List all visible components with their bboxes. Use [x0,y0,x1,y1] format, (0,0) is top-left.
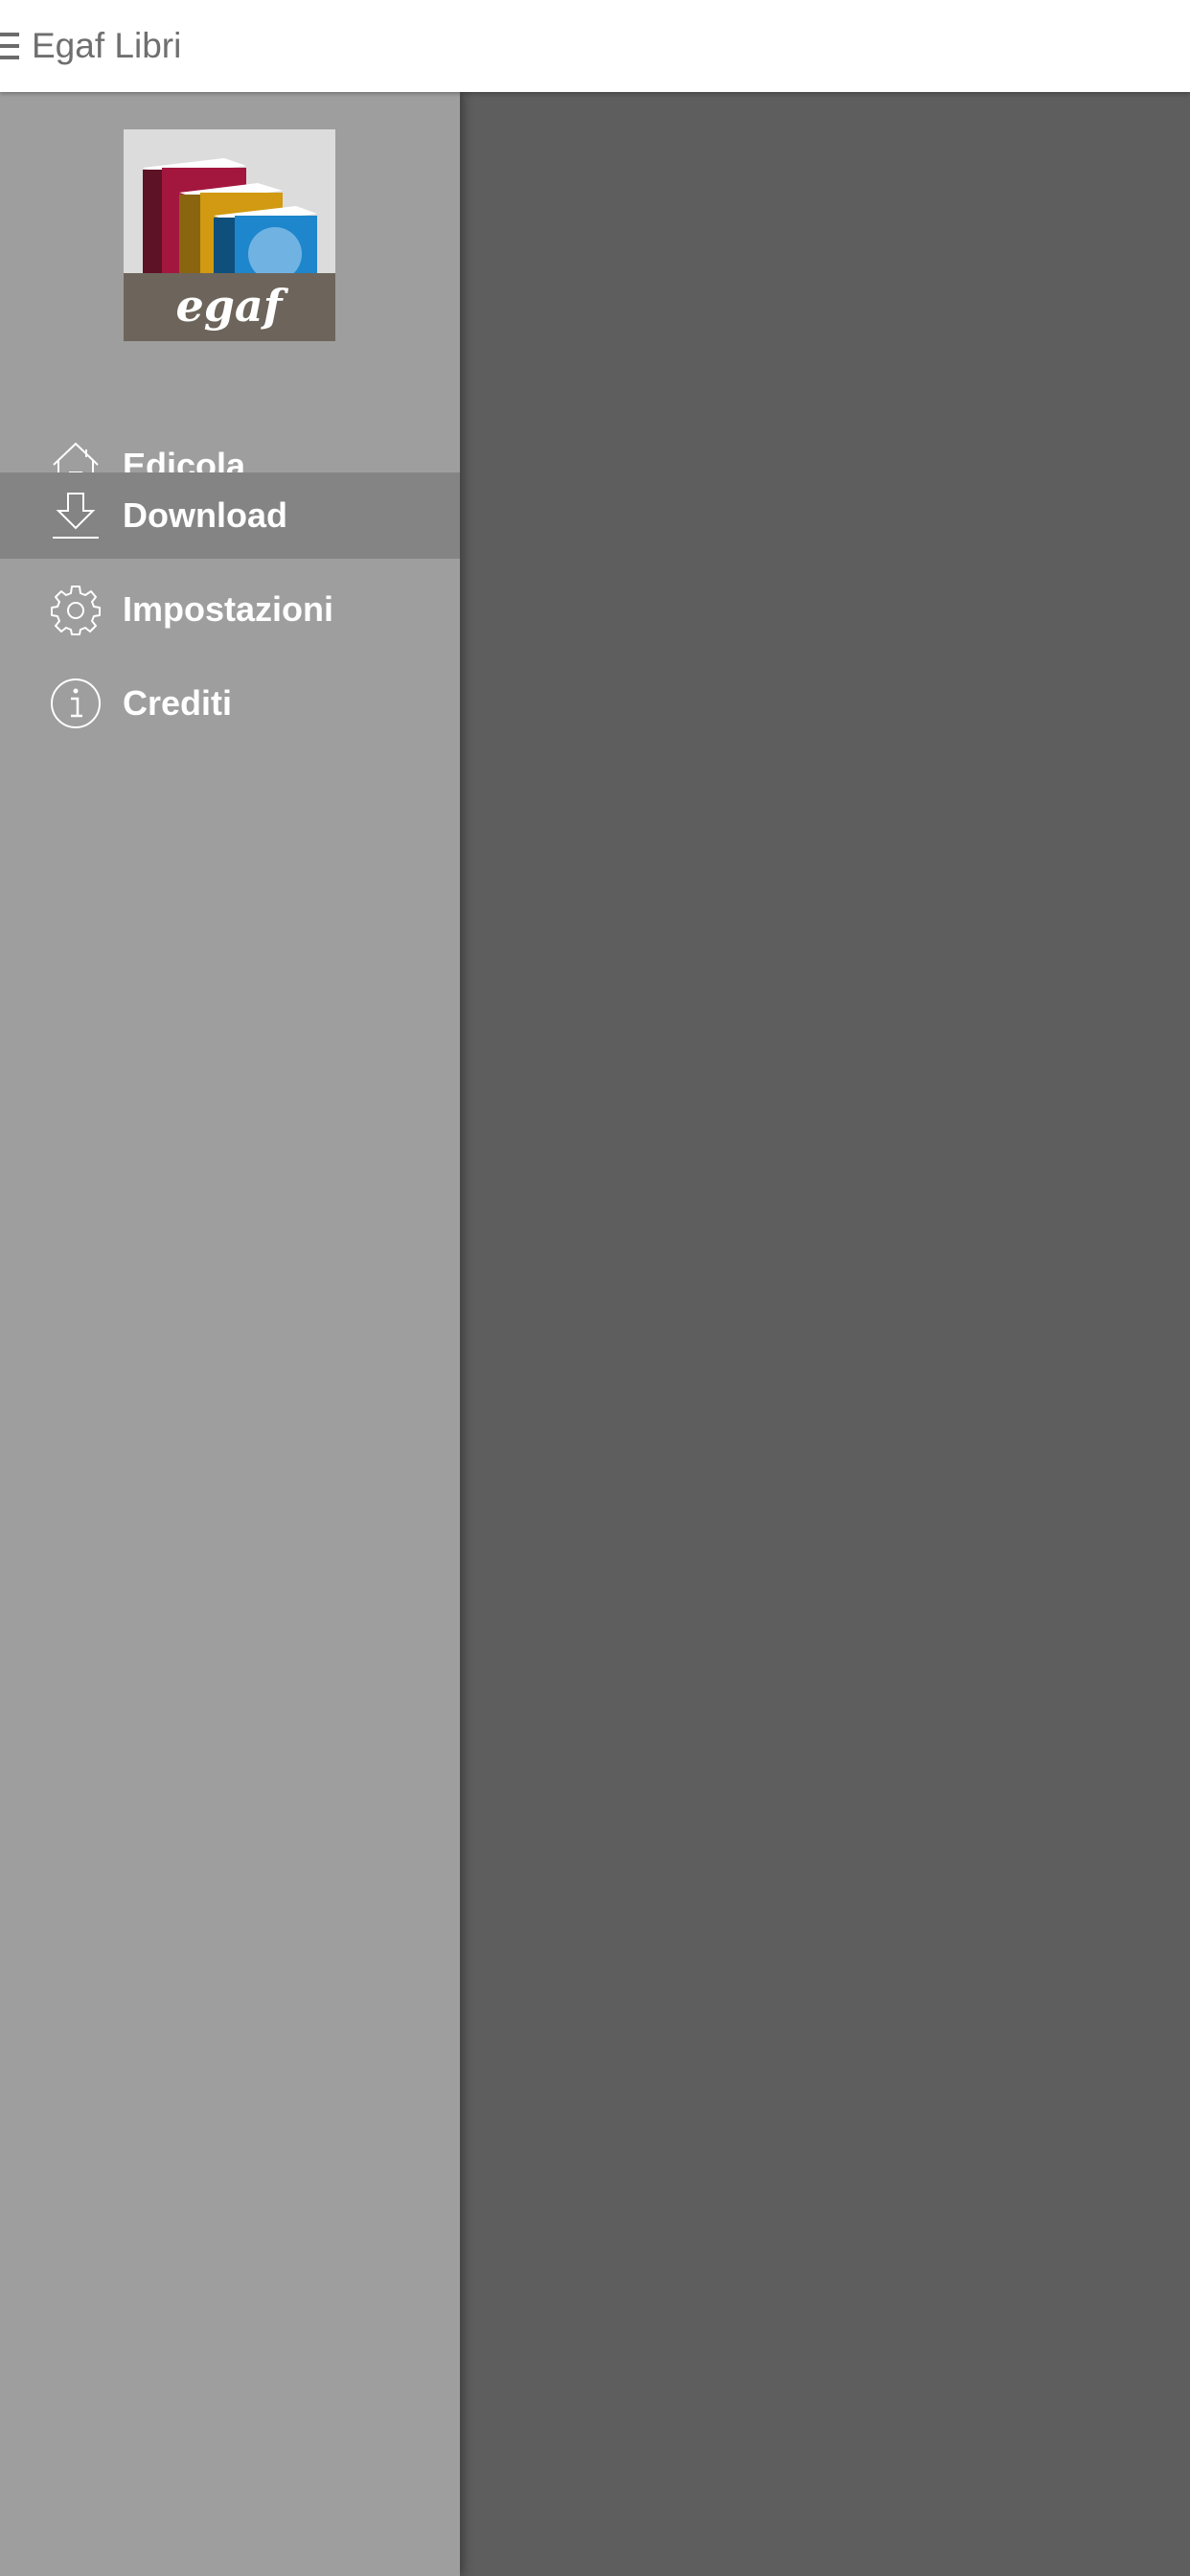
drawer-item-label: Impostazioni [123,589,334,629]
navigation-drawer: egaf Edicola Download Impostazioni Credi… [0,92,460,2576]
top-app-bar: Egaf Libri [0,0,1190,92]
egaf-logo: egaf [124,129,335,341]
app-title: Egaf Libri [32,26,182,65]
download-icon [53,493,99,539]
app-window: Egaf Libri egaf Edicola Download Imposta… [0,0,1190,2576]
info-icon [51,678,101,728]
drawer-item-label: Download [123,495,287,535]
gear-icon [51,586,101,635]
drawer-item-label: Crediti [123,683,233,723]
drawer-item-crediti[interactable]: Crediti [0,660,460,747]
hamburger-menu-icon[interactable] [0,33,19,59]
logo-text: egaf [175,280,288,332]
content-scrim[interactable] [460,92,1190,2576]
drawer-item-download[interactable]: Download [0,472,460,559]
drawer-item-impostazioni[interactable]: Impostazioni [0,566,460,653]
